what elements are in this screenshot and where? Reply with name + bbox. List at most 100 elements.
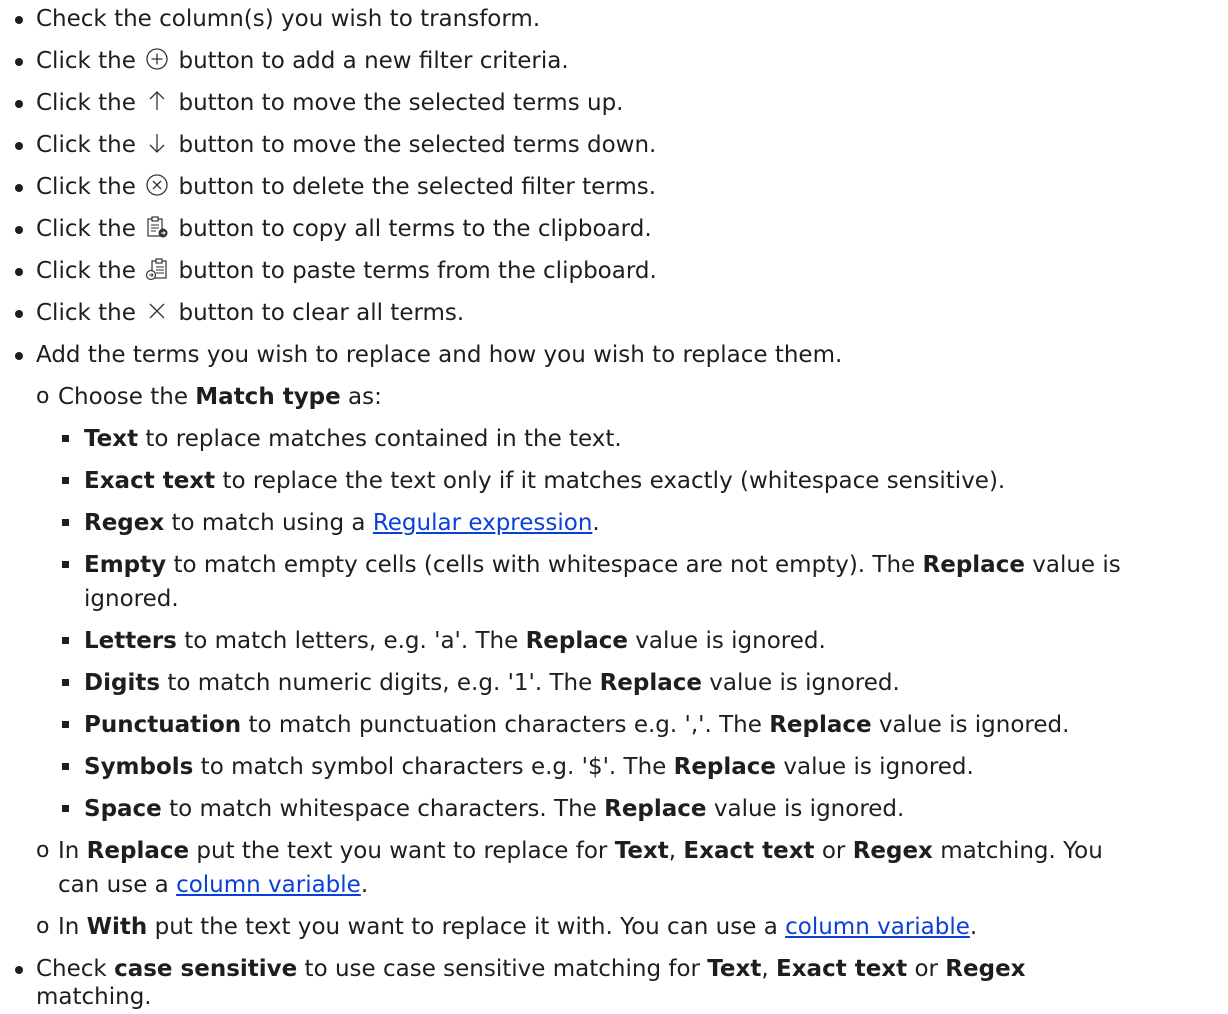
bullet	[15, 142, 23, 150]
bullet	[62, 477, 69, 484]
item-text: button to paste terms from the clipboard…	[178, 258, 657, 284]
item-text: matching.	[36, 984, 152, 1010]
item-bold: Digits	[84, 670, 161, 696]
bullet	[15, 310, 23, 318]
item-text: to replace matches contained in the text…	[138, 426, 622, 452]
item-bold: Empty	[84, 552, 167, 578]
item-bold: Replace	[86, 838, 190, 864]
sub-list-item: o In With put the text you want to repla…	[0, 910, 1228, 944]
bullet	[15, 268, 23, 276]
match-type-item: Symbols to match symbol characters e.g. …	[0, 750, 1228, 784]
item-bold: case sensitive	[114, 956, 298, 982]
item-text: button to copy all terms to the clipboar…	[178, 216, 652, 242]
copy-clipboard-icon	[145, 215, 169, 239]
item-text: value is ignored.	[702, 670, 900, 696]
item-bold: Space	[84, 796, 162, 822]
item-bold: Replace	[525, 628, 628, 654]
sub-list-item-continued: can use a column variable.	[0, 868, 1228, 902]
item-text: or	[814, 838, 853, 864]
bullet	[62, 763, 69, 770]
match-type-item: Punctuation to match punctuation charact…	[0, 708, 1228, 742]
list-item: Click the button to add a new filter cri…	[0, 44, 1228, 78]
item-text: matching. You	[932, 838, 1103, 864]
item-text: to match using a	[164, 510, 373, 536]
item-text: ,	[668, 838, 684, 864]
match-type-item: Empty to match empty cells (cells with w…	[0, 548, 1228, 582]
item-text: .	[592, 510, 600, 536]
item-text: button to add a new filter criteria.	[178, 48, 569, 74]
item-text: to match punctuation characters e.g. ','…	[241, 712, 770, 738]
item-bold: Punctuation	[84, 712, 242, 738]
item-text: Click the	[36, 48, 136, 74]
bullet	[15, 58, 23, 66]
regular-expression-link[interactable]: Regular expression	[373, 510, 593, 536]
item-bold: Exact text	[84, 468, 216, 494]
item-text: to match symbol characters e.g. '$'. The	[193, 754, 674, 780]
item-bold: Match type	[195, 384, 341, 410]
arrow-up-icon	[145, 89, 169, 113]
list-item: Click the button to paste terms from the…	[0, 254, 1228, 288]
item-text: Click the	[36, 258, 136, 284]
item-text: value is	[1024, 552, 1121, 578]
bullet	[15, 226, 23, 234]
bullet	[62, 637, 69, 644]
bullet	[62, 679, 69, 686]
item-bold: Regex	[84, 510, 165, 536]
item-text: can use a	[58, 872, 177, 898]
item-text: as:	[340, 384, 382, 410]
item-bold: Text	[84, 426, 139, 452]
item-text: value is ignored.	[776, 754, 974, 780]
help-document: Check the column(s) you wish to transfor…	[0, 0, 1228, 1010]
sub-list-item: o Choose the Match type as:	[0, 380, 1228, 414]
item-text: Check the column(s) you wish to transfor…	[36, 6, 541, 32]
bullet	[15, 966, 23, 974]
match-type-item-continued: ignored.	[0, 582, 1228, 616]
item-bold: With	[86, 914, 148, 940]
item-bold: Symbols	[84, 754, 194, 780]
item-bold: Exact text	[776, 956, 908, 982]
item-text: to match letters, e.g. 'a'. The	[176, 628, 526, 654]
item-text: Click the	[36, 90, 136, 116]
item-text: to match empty cells (cells with whitesp…	[166, 552, 923, 578]
item-text: Click the	[36, 300, 136, 326]
item-text: Click the	[36, 132, 136, 158]
bullet	[62, 805, 69, 812]
item-text: to use case sensitive matching for	[297, 956, 708, 982]
item-bold: Replace	[673, 754, 777, 780]
bullet	[62, 519, 69, 526]
list-item: Click the button to delete the selected …	[0, 170, 1228, 204]
item-bold: Replace	[604, 796, 707, 822]
bullet	[15, 352, 23, 360]
bullet	[15, 16, 23, 24]
list-item: Click the button to copy all terms to th…	[0, 212, 1228, 246]
item-text: put the text you want to replace for	[189, 838, 615, 864]
item-bold: Replace	[769, 712, 872, 738]
item-bold: Replace	[922, 552, 1025, 578]
item-bold: Regex	[945, 956, 1026, 982]
item-text: button to move the selected terms down.	[178, 132, 657, 158]
item-bold: Exact text	[683, 838, 815, 864]
list-item: Add the terms you wish to replace and ho…	[0, 338, 1228, 372]
column-variable-link[interactable]: column variable	[785, 914, 970, 940]
bullet: o	[36, 384, 50, 409]
match-type-item: Text to replace matches contained in the…	[0, 422, 1228, 456]
item-text: Check	[36, 956, 115, 982]
item-text: to match numeric digits, e.g. '1'. The	[160, 670, 600, 696]
paste-clipboard-icon	[145, 257, 169, 281]
item-text: button to delete the selected filter ter…	[178, 174, 657, 200]
bullet	[15, 184, 23, 192]
x-circle-icon	[145, 173, 169, 197]
match-type-item: Exact text to replace the text only if i…	[0, 464, 1228, 498]
bullet	[62, 435, 69, 442]
list-item: Click the button to move the selected te…	[0, 86, 1228, 120]
item-text: put the text you want to replace it with…	[147, 914, 786, 940]
item-bold: Text	[707, 956, 762, 982]
bullet: o	[36, 838, 50, 863]
sub-list-item: o In Replace put the text you want to re…	[0, 834, 1228, 868]
list-item: Click the button to clear all terms.	[0, 296, 1228, 330]
item-text: Add the terms you wish to replace and ho…	[36, 342, 843, 368]
list-item-continued: matching.	[0, 980, 1228, 1014]
column-variable-link[interactable]: column variable	[176, 872, 361, 898]
bullet	[62, 721, 69, 728]
item-text: value is ignored.	[706, 796, 905, 822]
